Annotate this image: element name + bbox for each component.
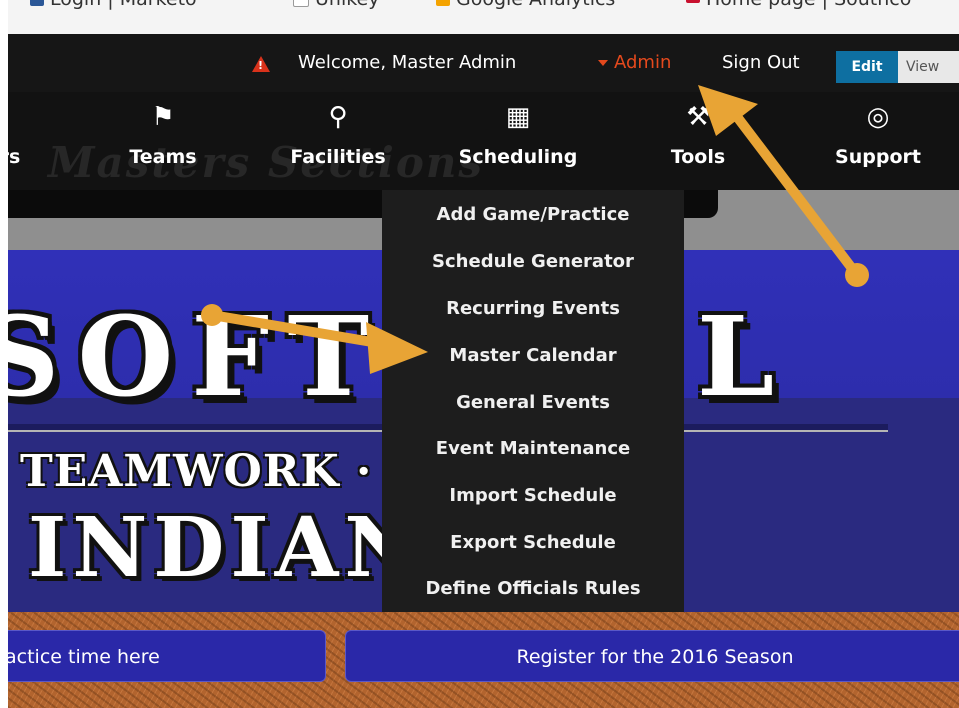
nav-item-label: Teams xyxy=(129,146,197,168)
nav-item-label: rs xyxy=(8,146,21,168)
nav-item-support[interactable]: ◎ Support xyxy=(818,100,938,168)
nav-item-tools[interactable]: ⚒ Tools xyxy=(638,100,758,168)
bookmarks-bar: 0C Login | Marketo Unikey Google Analyti… xyxy=(8,0,959,35)
nav-item-label: Support xyxy=(835,146,921,168)
flag-icon: ⚑ xyxy=(151,102,175,132)
sign-out-link[interactable]: Sign Out xyxy=(722,52,800,73)
menu-item-define-officials-rules[interactable]: Define Officials Rules xyxy=(382,578,684,599)
nav-item-facilities[interactable]: ⚲ Facilities xyxy=(278,100,398,168)
nav-item-teams[interactable]: ⚑ Teams xyxy=(103,100,223,168)
bookmark-label: Google Analytics xyxy=(456,0,615,10)
view-mode-button[interactable]: View xyxy=(898,51,959,83)
analytics-icon xyxy=(436,0,450,6)
lifebuoy-icon: ◎ xyxy=(866,102,890,132)
bookmark-label: Login | Marketo xyxy=(50,0,197,10)
bookmark-label: Home page | Southco xyxy=(706,0,911,10)
bar-chart-icon xyxy=(30,0,44,6)
bookmark-southco[interactable]: Home page | Southco xyxy=(686,0,911,10)
menu-item-master-calendar[interactable]: Master Calendar xyxy=(382,345,684,366)
menu-item-recurring-events[interactable]: Recurring Events xyxy=(382,298,684,319)
southco-icon xyxy=(686,0,700,3)
menu-item-add-game-practice[interactable]: Add Game/Practice xyxy=(382,204,684,225)
nav-item-label: Scheduling xyxy=(458,146,578,168)
menu-item-import-schedule[interactable]: Import Schedule xyxy=(382,485,684,506)
warning-mark: ! xyxy=(258,59,264,72)
bookmark-label: Unikey xyxy=(315,0,380,10)
wrench-icon: ⚒ xyxy=(686,102,710,132)
bookmark-marketo[interactable]: Login | Marketo xyxy=(30,0,197,10)
nav-item-partial[interactable]: rs xyxy=(8,100,70,168)
admin-menu[interactable]: Admin xyxy=(598,52,671,73)
bookmark-google-analytics[interactable]: Google Analytics xyxy=(436,0,615,10)
register-season-label: Register for the 2016 Season xyxy=(516,646,794,668)
practice-time-button[interactable]: actice time here xyxy=(8,630,326,682)
nav-item-label: Facilities xyxy=(290,146,386,168)
menu-item-schedule-generator[interactable]: Schedule Generator xyxy=(382,251,684,272)
menu-item-export-schedule[interactable]: Export Schedule xyxy=(382,532,684,553)
admin-menu-label: Admin xyxy=(614,52,672,73)
page-icon xyxy=(293,0,309,7)
menu-item-event-maintenance[interactable]: Event Maintenance xyxy=(382,438,684,459)
welcome-text: Welcome, Master Admin xyxy=(298,52,517,73)
browser-viewport: 0C Login | Marketo Unikey Google Analyti… xyxy=(8,0,959,708)
edit-mode-button[interactable]: Edit xyxy=(836,51,898,83)
calendar-icon: ▦ xyxy=(505,102,531,132)
map-pin-icon: ⚲ xyxy=(328,102,348,132)
admin-top-bar: ! Welcome, Master Admin Admin Sign Out E… xyxy=(8,34,959,92)
bookmark-unikey[interactable]: Unikey xyxy=(293,0,380,10)
menu-item-general-events[interactable]: General Events xyxy=(382,392,684,413)
practice-time-label: actice time here xyxy=(8,646,160,668)
nav-partial-icon xyxy=(8,100,70,134)
caret-down-icon xyxy=(598,60,608,66)
nav-item-scheduling[interactable]: ▦ Scheduling xyxy=(458,100,578,168)
scheduling-dropdown-menu: Add Game/Practice Schedule Generator Rec… xyxy=(382,190,684,612)
nav-item-label: Tools xyxy=(670,146,726,168)
register-season-button[interactable]: Register for the 2016 Season xyxy=(345,630,959,682)
